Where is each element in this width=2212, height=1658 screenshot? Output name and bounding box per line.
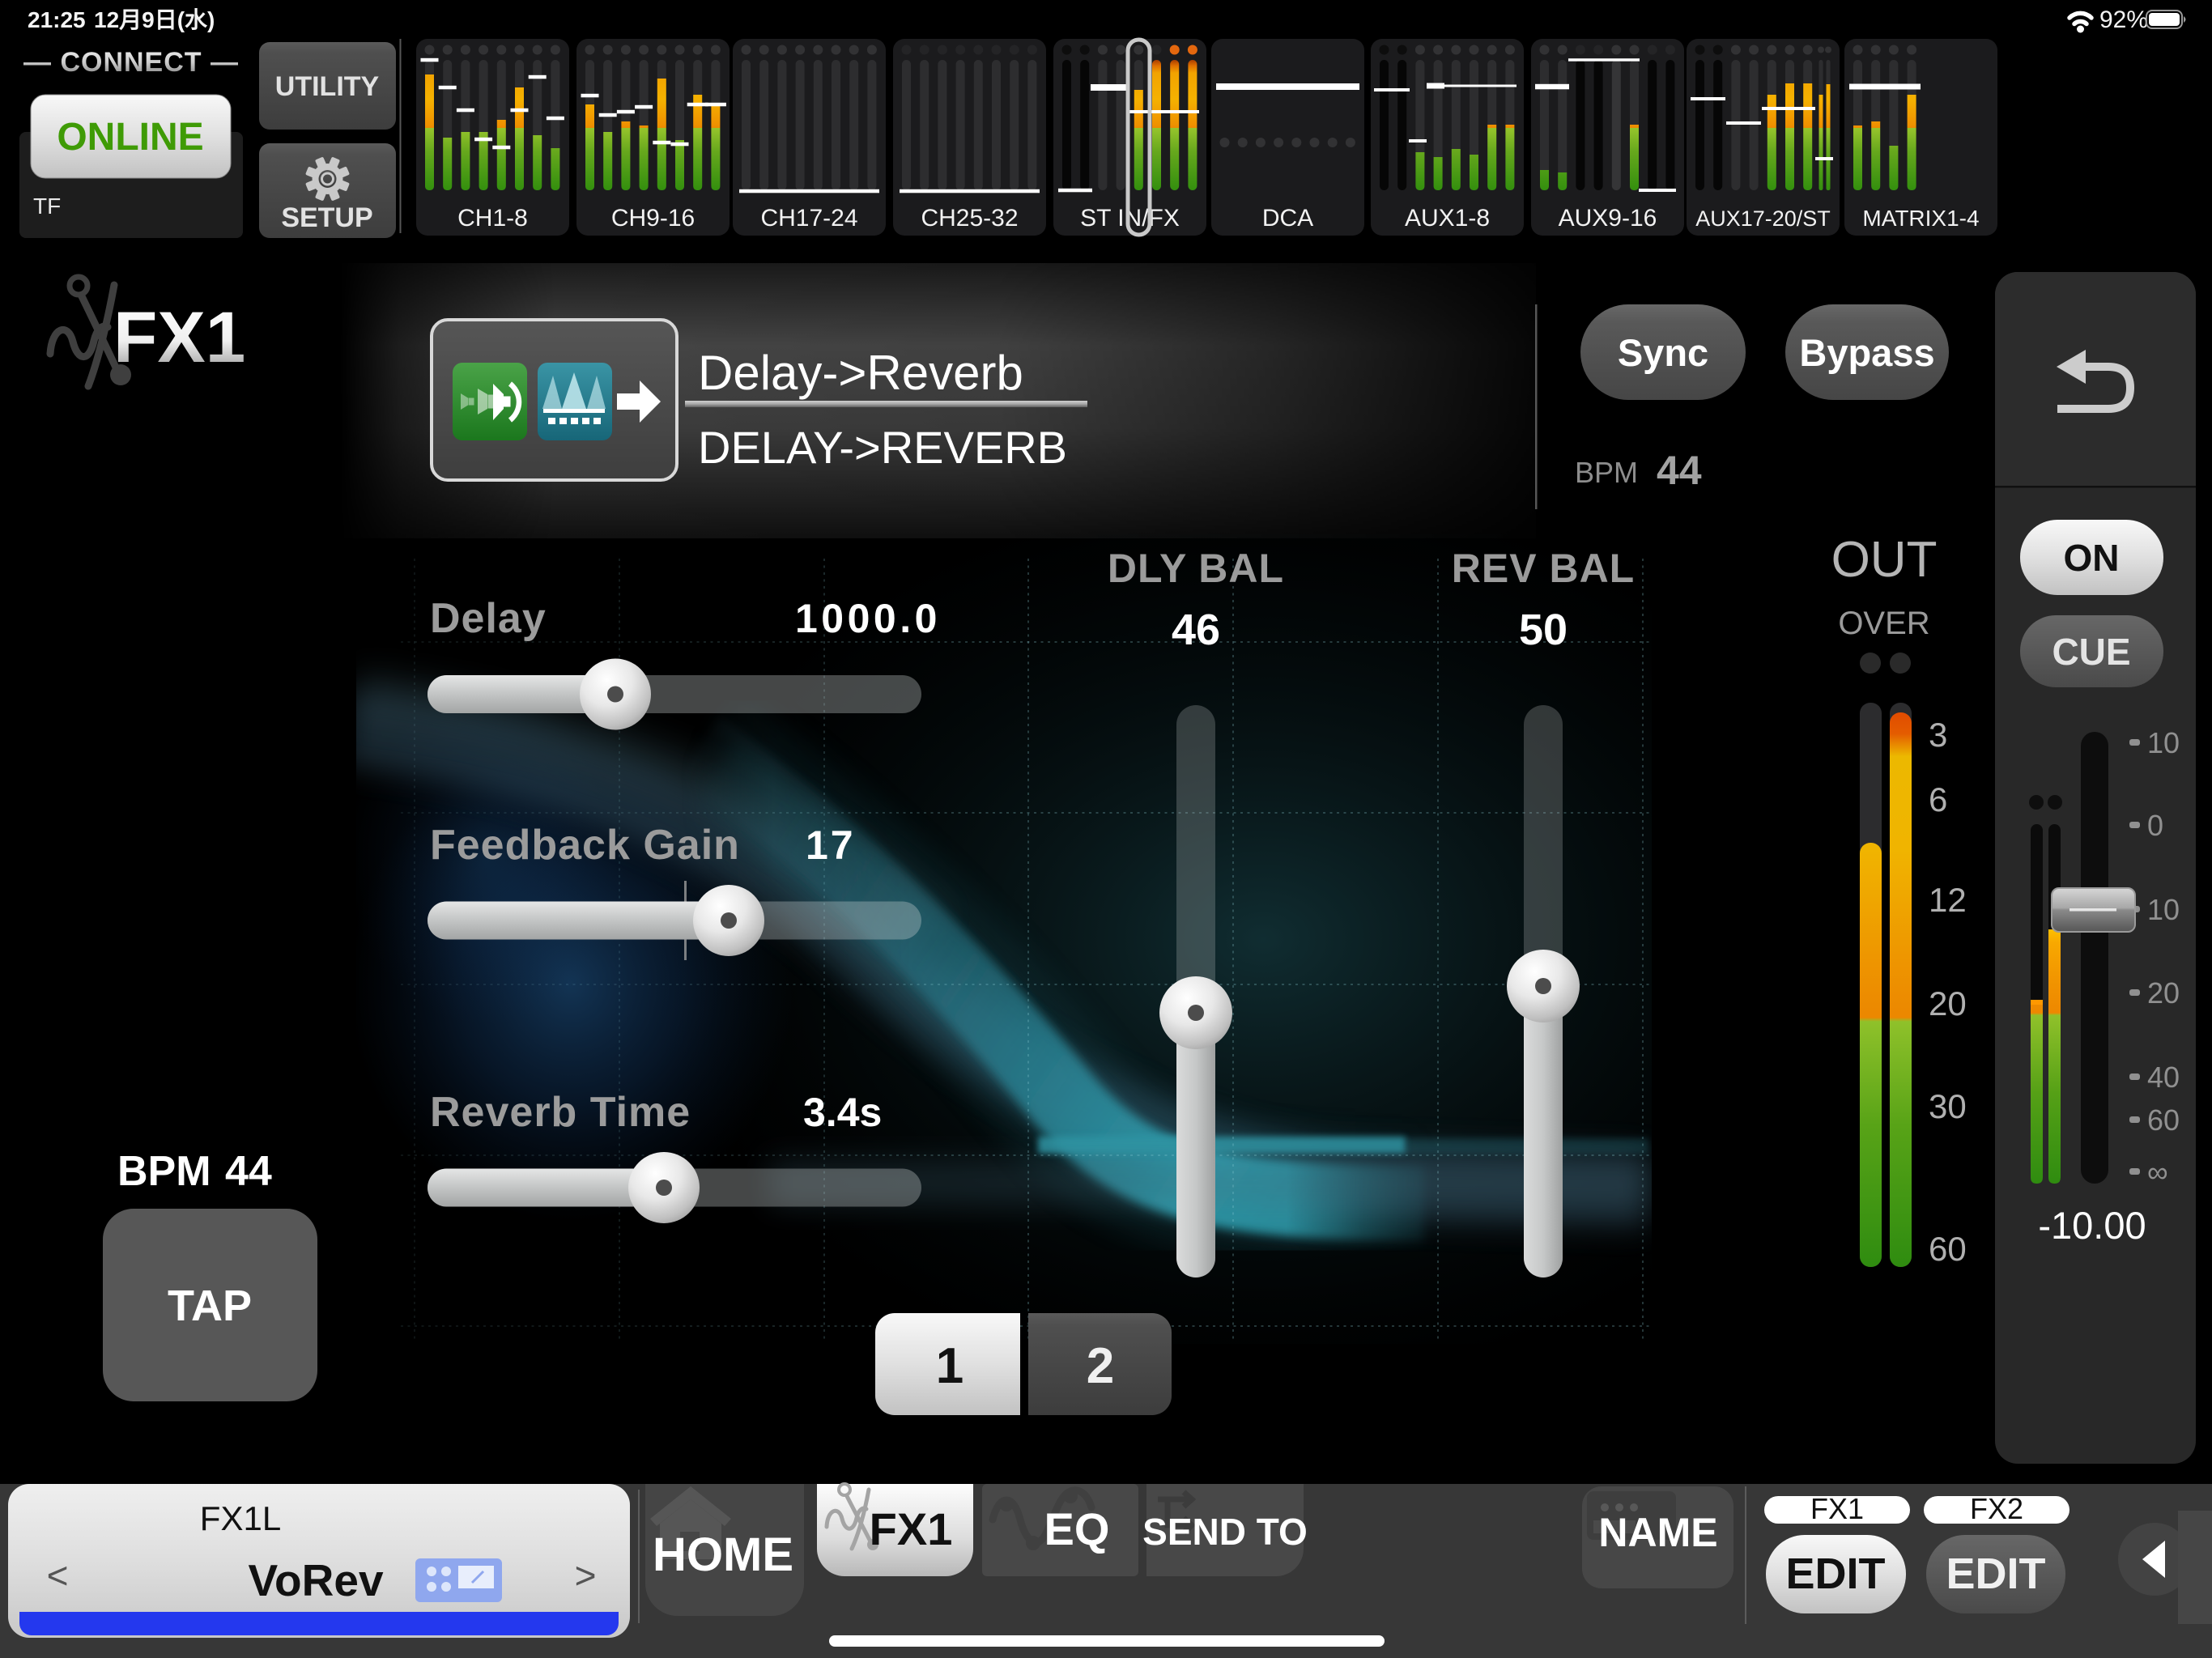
svg-text:∞: ∞ bbox=[2147, 1155, 2168, 1188]
svg-text:CH9-16: CH9-16 bbox=[611, 205, 695, 232]
svg-text:SETUP: SETUP bbox=[281, 202, 372, 233]
svg-text:3: 3 bbox=[1929, 716, 1947, 754]
svg-text:92%: 92% bbox=[2099, 6, 2148, 33]
svg-text:2: 2 bbox=[1087, 1338, 1114, 1394]
svg-text:DCA: DCA bbox=[1262, 205, 1313, 232]
svg-text:50: 50 bbox=[1519, 606, 1568, 654]
svg-text:NAME: NAME bbox=[1598, 1510, 1717, 1555]
svg-text:ON: ON bbox=[2064, 537, 2120, 579]
svg-text:44: 44 bbox=[1657, 448, 1702, 493]
svg-text:OVER: OVER bbox=[1838, 606, 1929, 641]
svg-text:20: 20 bbox=[2147, 976, 2180, 1010]
svg-text:AUX1-8: AUX1-8 bbox=[1405, 205, 1490, 232]
svg-text:DELAY->REVERB: DELAY->REVERB bbox=[698, 422, 1067, 473]
svg-text:-10.00: -10.00 bbox=[2038, 1204, 2146, 1247]
svg-text:60: 60 bbox=[1929, 1230, 1967, 1268]
svg-text:MATRIX1-4: MATRIX1-4 bbox=[1862, 206, 1979, 231]
svg-text:EDIT: EDIT bbox=[1946, 1550, 2045, 1598]
svg-text:1: 1 bbox=[936, 1338, 963, 1394]
svg-text:40: 40 bbox=[2147, 1061, 2180, 1094]
svg-text:0: 0 bbox=[2147, 809, 2163, 842]
svg-text:6: 6 bbox=[1929, 780, 1947, 818]
svg-text:60: 60 bbox=[2147, 1103, 2180, 1137]
svg-text:UTILITY: UTILITY bbox=[275, 71, 380, 102]
svg-text:Bypass: Bypass bbox=[1799, 331, 1934, 374]
svg-text:1000.0: 1000.0 bbox=[795, 596, 941, 641]
svg-text:3.4s: 3.4s bbox=[803, 1090, 882, 1135]
svg-text:FX1: FX1 bbox=[870, 1503, 953, 1554]
svg-text:FX1: FX1 bbox=[113, 296, 245, 377]
svg-text:AUX9-16: AUX9-16 bbox=[1559, 205, 1657, 232]
svg-text:21:25: 21:25 bbox=[28, 7, 86, 32]
svg-text:10: 10 bbox=[2147, 893, 2180, 926]
svg-text:SEND TO: SEND TO bbox=[1142, 1511, 1308, 1553]
svg-text:— CONNECT —: — CONNECT — bbox=[23, 47, 239, 78]
svg-text:10: 10 bbox=[2147, 726, 2180, 759]
svg-text:EDIT: EDIT bbox=[1785, 1550, 1885, 1598]
svg-text:FX1L: FX1L bbox=[200, 1499, 281, 1537]
svg-text:BPM: BPM bbox=[117, 1148, 211, 1195]
svg-text:EQ: EQ bbox=[1044, 1503, 1110, 1554]
svg-text:TAP: TAP bbox=[168, 1282, 252, 1330]
svg-text:CH25-32: CH25-32 bbox=[921, 205, 1018, 232]
svg-text:46: 46 bbox=[1172, 606, 1220, 654]
svg-text:ONLINE: ONLINE bbox=[57, 116, 203, 159]
svg-text:Delay->Reverb: Delay->Reverb bbox=[698, 346, 1023, 400]
svg-text:HOME: HOME bbox=[653, 1528, 793, 1581]
svg-text:12: 12 bbox=[1929, 881, 1967, 919]
svg-text:CH17-24: CH17-24 bbox=[760, 205, 857, 232]
svg-text:Delay: Delay bbox=[430, 595, 547, 642]
svg-text:OUT: OUT bbox=[1831, 532, 1938, 588]
svg-text:Reverb Time: Reverb Time bbox=[430, 1089, 691, 1136]
svg-text:Feedback Gain: Feedback Gain bbox=[430, 822, 740, 869]
svg-text:12月9日(水): 12月9日(水) bbox=[94, 7, 215, 32]
svg-text:VoRev: VoRev bbox=[248, 1555, 384, 1605]
svg-text:<: < bbox=[47, 1554, 69, 1596]
svg-text:CH1-8: CH1-8 bbox=[457, 205, 528, 232]
svg-text:CUE: CUE bbox=[2052, 631, 2130, 673]
svg-text:30: 30 bbox=[1929, 1087, 1967, 1125]
svg-text:REV BAL: REV BAL bbox=[1452, 546, 1635, 591]
svg-text:20: 20 bbox=[1929, 984, 1967, 1022]
svg-text:44: 44 bbox=[225, 1148, 272, 1195]
svg-text:AUX17-20/ST: AUX17-20/ST bbox=[1695, 206, 1831, 231]
svg-text:TF: TF bbox=[33, 193, 61, 219]
svg-text:FX1: FX1 bbox=[1810, 1492, 1864, 1525]
svg-text:DLY BAL: DLY BAL bbox=[1108, 546, 1284, 591]
svg-text:FX2: FX2 bbox=[1970, 1492, 2023, 1525]
svg-text:Sync: Sync bbox=[1618, 331, 1708, 374]
svg-text:17: 17 bbox=[806, 823, 856, 868]
svg-text:>: > bbox=[575, 1554, 597, 1596]
svg-text:BPM: BPM bbox=[1575, 456, 1638, 489]
